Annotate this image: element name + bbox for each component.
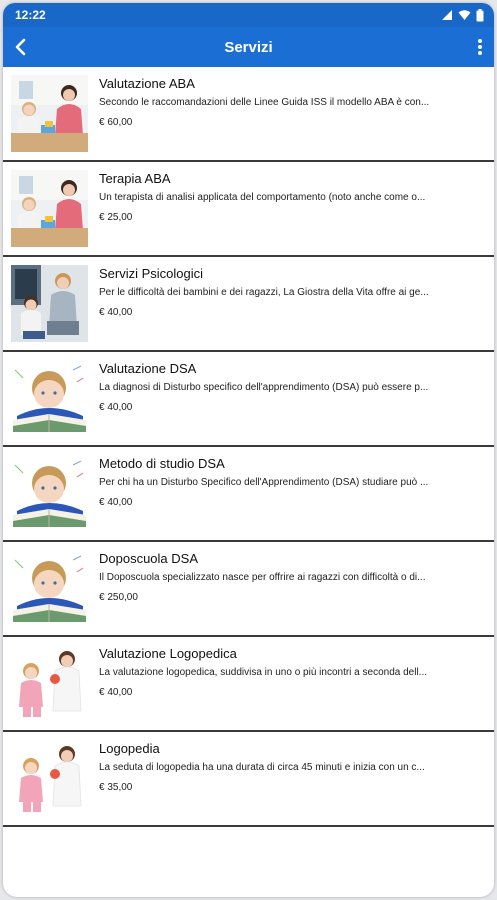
service-title: Servizi Psicologici [99, 266, 204, 281]
service-thumbnail [11, 645, 88, 722]
service-thumbnail [11, 170, 88, 247]
service-price: € 25,00 [99, 212, 133, 223]
list-item[interactable]: Terapia ABA Un terapista di analisi appl… [3, 162, 494, 257]
service-title: Valutazione ABA [99, 76, 195, 91]
service-title: Terapia ABA [99, 171, 171, 186]
page-title: Servizi [224, 39, 273, 56]
status-bar: 12:22 [3, 3, 494, 27]
service-title: Valutazione Logopedica [99, 646, 237, 661]
service-description: Il Doposcuola specializzato nasce per of… [99, 572, 426, 583]
service-price: € 40,00 [99, 307, 133, 318]
service-price: € 40,00 [99, 687, 133, 698]
list-item[interactable]: Valutazione ABA Secondo le raccomandazio… [3, 67, 494, 162]
phone-screen: 12:22 Servizi Valutazione ABA Secondo le… [3, 3, 494, 897]
service-description: La valutazione logopedica, suddivisa in … [99, 667, 427, 678]
service-description: Secondo le raccomandazioni delle Linee G… [99, 97, 430, 108]
service-price: € 40,00 [99, 497, 133, 508]
service-price: € 60,00 [99, 117, 133, 128]
service-thumbnail [11, 740, 88, 817]
service-price: € 250,00 [99, 592, 138, 603]
more-vert-icon [478, 39, 482, 55]
list-item[interactable]: Doposcuola DSA Il Doposcuola specializza… [3, 542, 494, 637]
service-title: Logopedia [99, 741, 160, 756]
service-thumbnail [11, 550, 88, 627]
overflow-menu-button[interactable] [470, 33, 490, 61]
service-description: La diagnosi di Disturbo specifico dell'a… [99, 382, 429, 393]
service-title: Metodo di studio DSA [99, 456, 225, 471]
battery-icon [476, 8, 484, 21]
list-item[interactable]: Valutazione Logopedica La valutazione lo… [3, 637, 494, 732]
services-list: Valutazione ABA Secondo le raccomandazio… [3, 67, 494, 827]
list-item[interactable]: Metodo di studio DSA Per chi ha un Distu… [3, 447, 494, 542]
wifi-icon [458, 10, 471, 20]
service-thumbnail [11, 75, 88, 152]
signal-icon [442, 10, 452, 20]
service-description: Un terapista di analisi applicata del co… [99, 192, 426, 203]
service-description: Per chi ha un Disturbo Specifico dell'Ap… [99, 477, 429, 488]
list-item[interactable]: Valutazione DSA La diagnosi di Disturbo … [3, 352, 494, 447]
service-title: Doposcuola DSA [99, 551, 198, 566]
list-item[interactable]: Logopedia La seduta di logopedia ha una … [3, 732, 494, 827]
service-description: Per le difficoltà dei bambini e dei raga… [99, 287, 429, 298]
service-title: Valutazione DSA [99, 361, 197, 376]
service-thumbnail [11, 360, 88, 437]
list-item[interactable]: Servizi Psicologici Per le difficoltà de… [3, 257, 494, 352]
status-time: 12:22 [15, 8, 46, 22]
service-description: La seduta di logopedia ha una durata di … [99, 762, 425, 773]
service-price: € 40,00 [99, 402, 133, 413]
app-bar: Servizi [3, 27, 494, 67]
service-thumbnail [11, 265, 88, 342]
service-price: € 35,00 [99, 782, 133, 793]
status-icons [441, 8, 484, 22]
service-thumbnail [11, 455, 88, 532]
